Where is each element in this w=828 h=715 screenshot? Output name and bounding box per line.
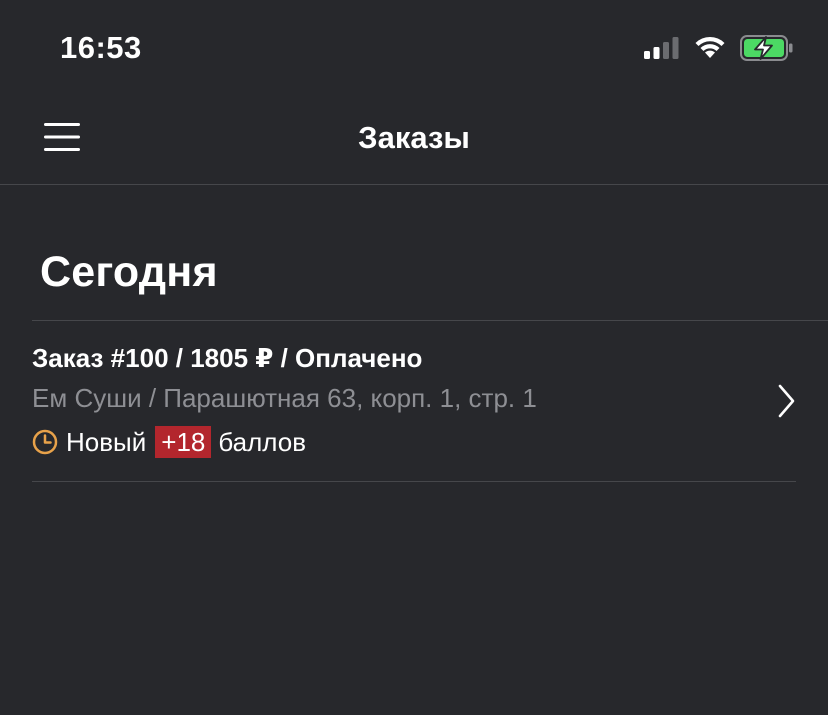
chevron-right-icon (776, 383, 798, 419)
order-title: Заказ #100 / 1805 ₽ / Оплачено (32, 343, 423, 373)
signal-icon (644, 36, 680, 64)
order-status-line: Новый +18 баллов (32, 424, 306, 460)
section-title: Сегодня (40, 248, 218, 296)
clock-icon (32, 429, 58, 455)
points-badge: +18 (155, 426, 212, 458)
status-icons (644, 34, 794, 66)
nav-bar: Заказы (0, 96, 828, 185)
order-status: Новый (66, 426, 147, 457)
order-list-item[interactable]: Заказ #100 / 1805 ₽ / Оплачено Ем Суши /… (0, 321, 828, 481)
points-label: баллов (218, 426, 307, 457)
status-time: 16:53 (60, 30, 142, 65)
wifi-icon (694, 36, 726, 65)
battery-charging-icon (740, 34, 794, 66)
status-bar: 16:53 (0, 0, 828, 96)
order-address: Ем Суши / Парашютная 63, корп. 1, стр. 1 (32, 383, 537, 413)
row-divider (32, 481, 796, 482)
page-title: Заказы (358, 120, 470, 155)
